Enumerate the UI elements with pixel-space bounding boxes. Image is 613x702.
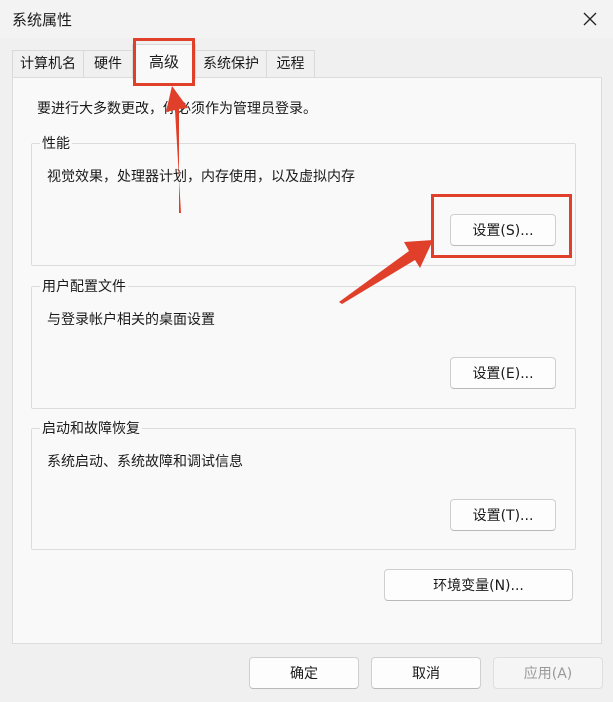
window-title: 系统属性 (12, 11, 73, 29)
tab-computer-name[interactable]: 计算机名 (12, 50, 84, 78)
close-button[interactable] (567, 0, 613, 38)
title-bar: 系统属性 (0, 0, 613, 38)
performance-title: 性能 (40, 133, 72, 153)
performance-group: 性能 视觉效果，处理器计划，内存使用，以及虚拟内存 设置(S)... (31, 133, 576, 266)
user-profiles-desc: 与登录帐户相关的桌面设置 (47, 312, 215, 328)
startup-recovery-settings-button[interactable]: 设置(T)... (450, 499, 556, 531)
advanced-panel: 要进行大多数更改，你必须作为管理员登录。 性能 视觉效果，处理器计划，内存使用，… (12, 77, 602, 644)
environment-variables-button[interactable]: 环境变量(N)... (384, 569, 573, 601)
performance-settings-button[interactable]: 设置(S)... (450, 214, 556, 246)
cancel-button[interactable]: 取消 (371, 657, 481, 689)
apply-button[interactable]: 应用(A) (493, 657, 603, 689)
tab-remote[interactable]: 远程 (266, 50, 315, 78)
tab-advanced[interactable]: 高级 (132, 44, 196, 79)
admin-notice: 要进行大多数更改，你必须作为管理员登录。 (37, 101, 317, 117)
startup-recovery-group: 启动和故障恢复 系统启动、系统故障和调试信息 设置(T)... (31, 418, 576, 550)
tab-system-protection[interactable]: 系统保护 (195, 50, 267, 78)
user-profiles-group: 用户配置文件 与登录帐户相关的桌面设置 设置(E)... (31, 276, 576, 409)
ok-button[interactable]: 确定 (249, 657, 359, 689)
close-icon (583, 12, 597, 26)
tab-hardware[interactable]: 硬件 (83, 50, 133, 78)
user-profiles-title: 用户配置文件 (40, 276, 128, 296)
performance-desc: 视觉效果，处理器计划，内存使用，以及虚拟内存 (47, 169, 355, 185)
user-profiles-settings-button[interactable]: 设置(E)... (450, 357, 556, 389)
startup-recovery-desc: 系统启动、系统故障和调试信息 (47, 454, 243, 470)
startup-recovery-title: 启动和故障恢复 (40, 418, 142, 438)
